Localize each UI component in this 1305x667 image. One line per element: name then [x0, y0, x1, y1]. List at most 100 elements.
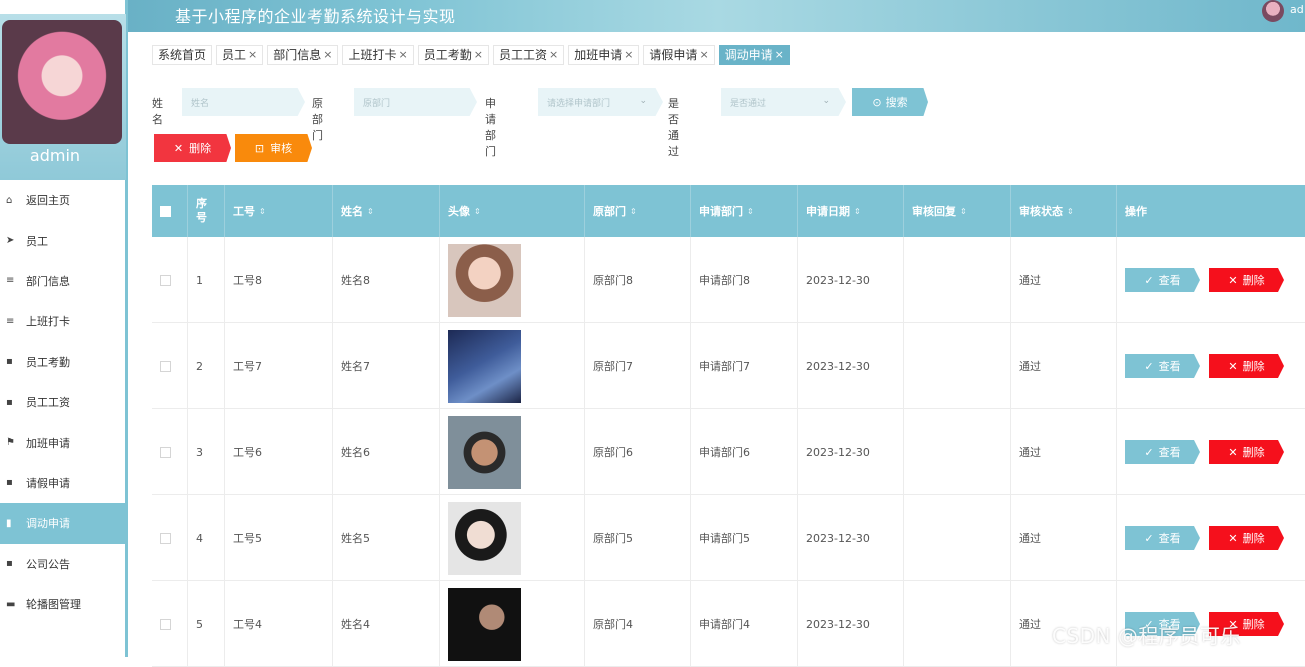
header-emp-no[interactable]: 工号 ⇕ — [225, 185, 333, 237]
sort-icon[interactable]: ⇕ — [960, 207, 967, 216]
delete-button[interactable]: ✕ 删除 — [1209, 526, 1284, 550]
row-checkbox[interactable] — [160, 274, 171, 286]
sidebar-item-label: 请假申请 — [26, 476, 70, 490]
user-name[interactable]: ad — [1290, 3, 1304, 16]
delete-label: 删除 — [1242, 446, 1265, 459]
apply-dept-select[interactable]: 请选择申请部门 ⌄ — [538, 88, 663, 116]
row-checkbox[interactable] — [160, 446, 171, 458]
close-icon: ✕ — [1228, 445, 1238, 459]
close-icon: ✕ — [1228, 359, 1238, 373]
sort-icon[interactable]: ⇕ — [474, 207, 481, 216]
row-checkbox[interactable] — [160, 532, 171, 544]
tab[interactable]: 部门信息 × — [267, 45, 339, 65]
view-button[interactable]: ✓ 查看 — [1125, 440, 1200, 464]
close-icon: ✕ — [173, 141, 184, 155]
close-icon[interactable]: × — [699, 46, 708, 64]
home-icon: ⌂ — [6, 194, 13, 206]
sidebar-item[interactable]: ≡ 上班打卡 — [0, 301, 126, 341]
table-row[interactable]: 1 工号8 姓名8 原部门8 申请部门8 2023-12-30 通过 ✓ 查看 ✕ 删除 — [152, 237, 1305, 323]
sort-icon[interactable]: ⇕ — [630, 207, 637, 216]
cell-reply — [904, 237, 1011, 323]
tab[interactable]: 员工考勤 × — [417, 45, 489, 65]
sort-icon[interactable]: ⇕ — [854, 207, 861, 216]
row-checkbox[interactable] — [160, 360, 171, 372]
sort-icon[interactable]: ⇕ — [1067, 207, 1074, 216]
employee-photo[interactable] — [448, 587, 521, 661]
header-name[interactable]: 姓名 ⇕ — [333, 185, 440, 237]
sidebar-item[interactable]: ≡ 部门信息 — [0, 261, 126, 301]
header-status-label: 审核状态 — [1019, 205, 1063, 218]
view-button[interactable]: ✓ 查看 — [1125, 526, 1200, 550]
tab-label: 调动申请 — [724, 48, 773, 62]
tab[interactable]: 请假申请 × — [643, 45, 715, 65]
bar-chart-icon: ▮ — [6, 517, 12, 529]
select-all-checkbox[interactable] — [160, 205, 171, 217]
close-icon[interactable]: × — [474, 46, 483, 64]
close-icon[interactable]: × — [775, 46, 784, 64]
audit-label: 审核 — [270, 142, 293, 155]
tab[interactable]: 员工工资 × — [492, 45, 565, 65]
close-icon[interactable]: × — [399, 46, 408, 64]
cell-index: 1 — [188, 237, 225, 323]
tab[interactable]: 员工 × — [216, 45, 264, 65]
close-icon[interactable]: × — [248, 46, 257, 64]
close-icon[interactable]: × — [624, 46, 633, 64]
user-avatar[interactable] — [1262, 0, 1284, 22]
delete-button[interactable]: ✕ 删除 — [1209, 268, 1284, 292]
employee-photo[interactable] — [448, 329, 521, 403]
close-icon[interactable]: × — [323, 46, 332, 64]
sidebar-item[interactable]: ▪ 请假申请 — [0, 463, 126, 503]
approved-select[interactable]: 是否通过 ⌄ — [721, 88, 846, 116]
orig-dept-placeholder: 原部门 — [363, 99, 391, 109]
transfer-table: 序号 工号 ⇕ 姓名 ⇕ 头像 ⇕ 原部门 ⇕ 申请部门 ⇕ 申请日期 ⇕ 审核回复 ⇕ 审核… — [152, 185, 1305, 667]
employee-photo[interactable] — [448, 415, 521, 489]
table-row[interactable]: 3 工号6 姓名6 原部门6 申请部门6 2023-12-30 通过 ✓ 查看 ✕ 删除 — [152, 409, 1305, 495]
table-row[interactable]: 2 工号7 姓名7 原部门7 申请部门7 2023-12-30 通过 ✓ 查看 ✕ 删除 — [152, 323, 1305, 409]
sort-icon[interactable]: ⇕ — [747, 207, 754, 216]
close-icon[interactable]: × — [549, 46, 558, 64]
delete-label: 删除 — [1242, 532, 1265, 545]
delete-button[interactable]: ✕ 删除 — [1209, 354, 1284, 378]
grid-icon: ▪ — [6, 356, 13, 368]
cell-orig-dept: 原部门8 — [585, 237, 691, 323]
employee-photo[interactable] — [448, 501, 521, 575]
cell-status: 通过 — [1011, 409, 1117, 495]
sidebar-item[interactable]: ➤ 员工 — [0, 220, 126, 260]
tab-label: 加班申请 — [574, 48, 623, 62]
row-select-cell — [152, 581, 188, 667]
search-button[interactable]: ⊙ 搜索 — [852, 88, 928, 116]
employee-photo[interactable] — [448, 243, 521, 317]
sidebar-item[interactable]: ⚑ 加班申请 — [0, 422, 126, 462]
header-status[interactable]: 审核状态 ⇕ — [1011, 185, 1117, 237]
view-button[interactable]: ✓ 查看 — [1125, 354, 1200, 378]
header-date[interactable]: 申请日期 ⇕ — [798, 185, 904, 237]
sidebar-item[interactable]: ▬ 轮播图管理 — [0, 584, 126, 624]
sort-icon[interactable]: ⇕ — [259, 207, 266, 216]
cell-apply-dept: 申请部门6 — [691, 409, 798, 495]
tab-label: 请假申请 — [649, 48, 698, 62]
orig-dept-input[interactable]: 原部门 — [354, 88, 477, 116]
batch-delete-button[interactable]: ✕ 删除 — [154, 134, 231, 162]
cell-date: 2023-12-30 — [798, 323, 904, 409]
header-reply[interactable]: 审核回复 ⇕ — [904, 185, 1011, 237]
cell-emp-no: 工号7 — [225, 323, 333, 409]
header-avatar[interactable]: 头像 ⇕ — [440, 185, 585, 237]
header-orig-dept[interactable]: 原部门 ⇕ — [585, 185, 691, 237]
tab[interactable]: 系统首页 — [152, 45, 213, 65]
tab[interactable]: 调动申请 × — [718, 45, 790, 65]
tab[interactable]: 加班申请 × — [568, 45, 640, 65]
tab[interactable]: 上班打卡 × — [342, 45, 414, 65]
sidebar-item[interactable]: ▪ 公司公告 — [0, 544, 126, 584]
header-apply-dept[interactable]: 申请部门 ⇕ — [691, 185, 798, 237]
row-checkbox[interactable] — [160, 618, 171, 630]
view-button[interactable]: ✓ 查看 — [1125, 268, 1200, 292]
sidebar-item[interactable]: ▪ 员工工资 — [0, 382, 126, 422]
table-row[interactable]: 4 工号5 姓名5 原部门5 申请部门5 2023-12-30 通过 ✓ 查看 ✕ 删除 — [152, 495, 1305, 581]
audit-button[interactable]: ⊡ 审核 — [235, 134, 312, 162]
name-input[interactable]: 姓名 — [182, 88, 305, 116]
sidebar-item[interactable]: ⌂ 返回主页 — [0, 180, 126, 220]
sort-icon[interactable]: ⇕ — [367, 207, 374, 216]
sidebar-item[interactable]: ▮ 调动申请 — [0, 503, 126, 544]
sidebar-item[interactable]: ▪ 员工考勤 — [0, 342, 126, 382]
delete-button[interactable]: ✕ 删除 — [1209, 440, 1284, 464]
